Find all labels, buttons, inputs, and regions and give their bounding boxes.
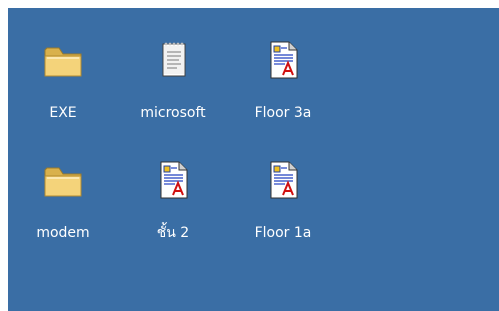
desktop-icon-floor-1a[interactable]: Floor 1a — [228, 128, 338, 248]
icon-label: Floor 3a — [254, 105, 312, 121]
icon-label: EXE — [49, 105, 77, 121]
icon-label: microsoft — [140, 105, 206, 121]
icon-label: Floor 1a — [254, 225, 312, 241]
icon-label: modem — [36, 225, 90, 241]
acrobat-document-icon — [270, 41, 298, 79]
folder-icon — [44, 47, 82, 77]
desktop-icon-microsoft[interactable]: microsoft — [118, 8, 228, 128]
acrobat-document-icon — [160, 161, 188, 199]
desktop-icon-exe[interactable]: EXE — [8, 8, 118, 128]
desktop-icon-modem[interactable]: modem — [8, 128, 118, 248]
desktop-icon-floor-3a[interactable]: Floor 3a — [228, 8, 338, 128]
text-document-icon — [162, 42, 186, 77]
icon-label: ชั้น 2 — [156, 225, 190, 241]
desktop-icon-floor-2-thai[interactable]: ชั้น 2 — [118, 128, 228, 248]
desktop[interactable]: EXE microsoft Floor 3a modem ชั้น 2 Floo… — [8, 8, 499, 311]
folder-icon — [44, 167, 82, 197]
acrobat-document-icon — [270, 161, 298, 199]
